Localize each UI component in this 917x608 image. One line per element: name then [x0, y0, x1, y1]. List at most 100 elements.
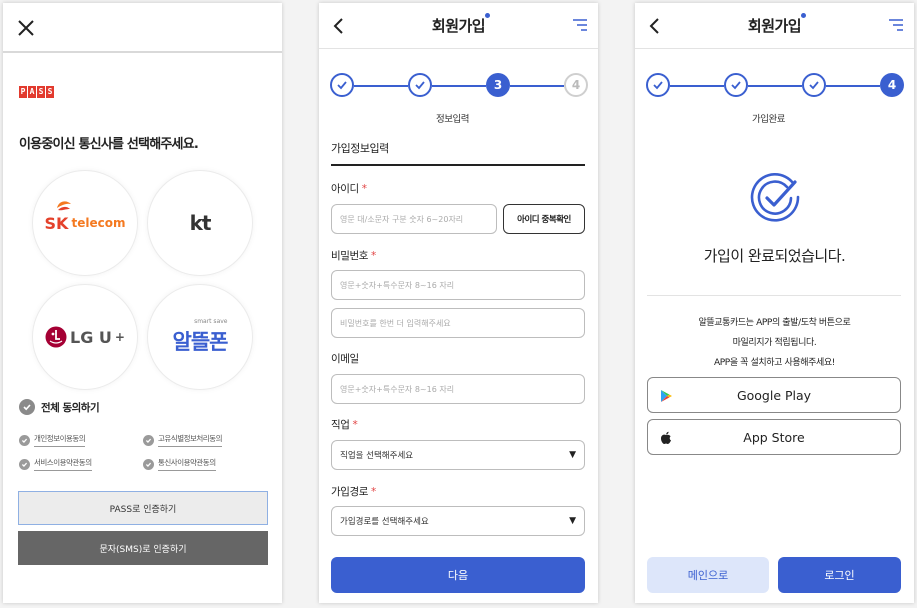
step-3-done — [802, 73, 826, 97]
job-label: 직업 * — [331, 419, 358, 431]
header: 회원가입 — [635, 3, 914, 49]
agree-carrier-terms-checkbox[interactable]: 통신사이용약관동의 — [143, 457, 216, 471]
next-button[interactable]: 다음 — [331, 557, 585, 593]
step-1-done — [646, 73, 670, 97]
check-circle-icon — [19, 458, 30, 470]
dropdown-arrow-icon: ▼ — [569, 450, 576, 460]
password-confirm-input[interactable] — [331, 308, 585, 338]
go-main-button[interactable]: 메인으로 — [647, 557, 769, 593]
step-connector — [748, 85, 802, 87]
agree-service-terms-label[interactable]: 서비스이용약관동의 — [34, 457, 92, 471]
app-info-text: 알뜰교통카드는 APP의 출발/도착 버튼으로 마일리지가 적립됩니다. APP… — [698, 318, 851, 368]
page-title: 회원가입 — [747, 17, 802, 35]
signup-route-label: 가입경로 * — [331, 486, 376, 498]
step-connector — [670, 85, 724, 87]
stepper: 3 4 — [330, 73, 588, 99]
check-icon — [653, 81, 663, 90]
complete-check-icon — [750, 173, 800, 222]
check-icon — [415, 81, 425, 90]
password-input[interactable] — [331, 270, 585, 300]
step-4-pending: 4 — [564, 73, 588, 97]
required-mark: * — [361, 183, 367, 195]
agree-carrier-terms-label[interactable]: 통신사이용약관동의 — [158, 457, 216, 471]
sk-butterfly-icon — [56, 200, 71, 210]
step-1-done — [330, 73, 354, 97]
page-title: 회원가입 — [431, 17, 486, 35]
step-connector — [510, 85, 564, 87]
sk-logo-text: SK — [44, 213, 69, 233]
agree-unique-id-label[interactable]: 고유식별정보처리동의 — [158, 433, 223, 447]
app-store-button[interactable]: App Store — [647, 419, 901, 455]
carrier-sk-telecom[interactable]: SK telecom — [32, 170, 138, 276]
carrier-select-screen: P A S S 이용중이신 통신사를 선택해주세요. SK telecom kt… — [3, 3, 282, 603]
agree-privacy-label[interactable]: 개인정보이용동의 — [34, 433, 86, 447]
agree-unique-id-checkbox[interactable]: 고유식별정보처리동의 — [143, 433, 223, 447]
header-divider — [3, 51, 282, 53]
apple-icon — [661, 431, 671, 444]
carrier-kt[interactable]: kt — [147, 170, 253, 276]
google-play-label: Google Play — [736, 387, 812, 403]
step-3-active: 3 — [486, 73, 510, 97]
alddl-sub-text: smart save — [194, 318, 228, 325]
check-icon — [337, 81, 347, 90]
section-divider — [331, 164, 585, 166]
notification-dot — [801, 13, 806, 18]
job-select-value: 직업을 선택해주세요 — [340, 451, 414, 461]
login-button[interactable]: 로그인 — [778, 557, 901, 593]
step-label: 가입완료 — [752, 114, 785, 125]
sms-auth-button[interactable]: 문자(SMS)로 인증하기 — [18, 531, 268, 565]
required-mark: * — [371, 250, 376, 262]
agree-privacy-checkbox[interactable]: 개인정보이용동의 — [19, 433, 86, 447]
step-connector — [354, 85, 408, 87]
step-4-active: 4 — [880, 73, 904, 97]
kt-logo-text: kt — [189, 211, 212, 235]
signup-route-select-value: 가입경로를 선택해주세요 — [340, 517, 429, 527]
agree-all-label: 전체 동의하기 — [41, 401, 100, 414]
google-play-icon — [661, 390, 672, 402]
sk-logo-sub: telecom — [71, 216, 126, 230]
check-icon — [809, 81, 819, 90]
required-mark: * — [352, 419, 358, 431]
google-play-button[interactable]: Google Play — [647, 377, 901, 413]
alddl-logo-text: 알뜰폰 — [172, 330, 229, 354]
step-2-done — [408, 73, 432, 97]
divider — [647, 295, 901, 296]
carrier-lg-uplus[interactable]: LG U + — [32, 284, 138, 390]
lg-face-icon — [45, 326, 67, 348]
notification-dot — [485, 13, 490, 18]
carrier-alddl-phone[interactable]: smart save 알뜰폰 — [147, 284, 253, 390]
step-connector — [826, 85, 880, 87]
signup-route-select[interactable]: 가입경로를 선택해주세요 ▼ — [331, 506, 585, 536]
email-input[interactable] — [331, 374, 585, 404]
id-duplicate-check-button[interactable]: 아이디 중복확인 — [503, 204, 585, 234]
agree-all-checkbox[interactable]: 전체 동의하기 — [19, 399, 100, 415]
password-label: 비밀번호 * — [331, 250, 376, 262]
check-icon — [731, 81, 741, 90]
lg-plus-mark: + — [114, 330, 125, 344]
id-input[interactable] — [331, 204, 497, 234]
required-mark: * — [371, 486, 376, 498]
step-connector — [432, 85, 486, 87]
page-title: 이용중이신 통신사를 선택해주세요. — [19, 137, 199, 152]
stepper: 4 — [646, 73, 904, 99]
agree-service-terms-checkbox[interactable]: 서비스이용약관동의 — [19, 457, 92, 471]
dropdown-arrow-icon: ▼ — [569, 516, 576, 526]
email-label: 이메일 — [331, 353, 359, 365]
app-store-label: App Store — [743, 429, 805, 445]
menu-icon[interactable] — [888, 18, 904, 32]
pass-auth-button[interactable]: PASS로 인증하기 — [18, 491, 268, 525]
pass-logo: P A S S — [19, 86, 54, 98]
job-select[interactable]: 직업을 선택해주세요 ▼ — [331, 440, 585, 470]
section-title: 가입정보입력 — [331, 142, 389, 155]
check-circle-icon — [143, 458, 154, 470]
check-circle-icon — [19, 399, 35, 415]
close-icon[interactable] — [15, 17, 37, 39]
menu-icon[interactable] — [572, 18, 588, 32]
step-2-done — [724, 73, 748, 97]
check-circle-icon — [19, 434, 30, 446]
complete-message: 가입이 완료되었습니다. — [703, 247, 846, 265]
header: 회원가입 — [319, 3, 598, 49]
signup-info-screen: 회원가입 3 4 정보입력 가입정보입력 아이디* 아이디 중복확인 비밀번호*… — [319, 3, 598, 603]
check-circle-icon — [143, 434, 154, 446]
id-label: 아이디 * — [331, 183, 367, 195]
